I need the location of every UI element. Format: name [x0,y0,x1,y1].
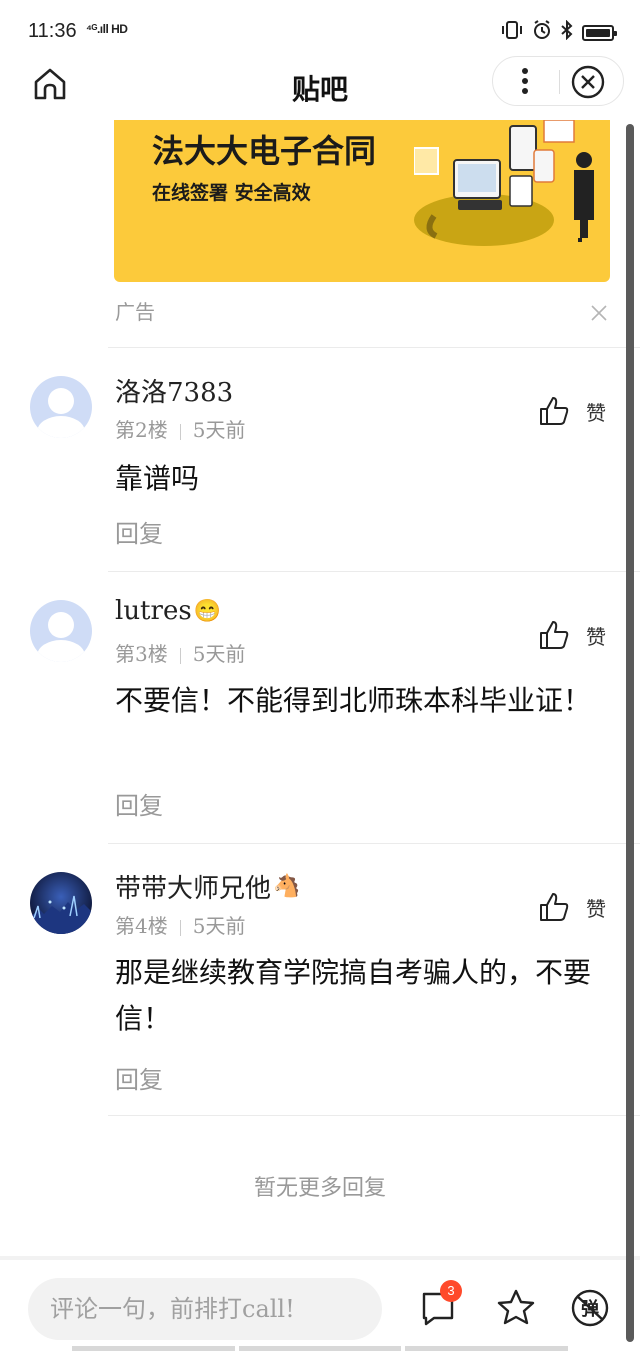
avatar[interactable] [30,872,92,934]
post-author[interactable]: 带带大师兄他 🐴 [115,868,300,905]
ad-banner[interactable]: 法大大电子合同 在线签署 安全高效 [114,120,610,282]
like-label: 赞 [586,624,606,649]
post-author[interactable]: 洛洛7383 [115,372,233,409]
close-button[interactable] [571,65,605,99]
like-label: 赞 [586,896,606,921]
capsule-divider [559,70,560,94]
network-indicator: ⁴ᴳ.ıll HD [86,22,128,36]
meta-separator [179,919,181,936]
post-content: 靠谱吗 [115,462,200,495]
comment-input[interactable]: 评论一句，前排打call! [28,1278,382,1340]
status-time: 11:36 [28,20,77,42]
thumbs-up-icon [540,397,569,425]
reply-link[interactable]: 回复 [115,1060,163,1095]
reply-post: 洛洛7383 第2楼 5天前 赞 靠谱吗 回复 [0,348,640,572]
ad-close-button[interactable] [588,302,610,324]
like-button[interactable]: 赞 [538,890,614,924]
thumbs-up-icon [540,621,569,649]
meta-separator [179,423,181,440]
comment-count-badge: 3 [440,1280,462,1302]
meta-separator [179,647,181,664]
post-meta: 第2楼 5天前 [115,414,245,443]
close-circle-icon [571,65,605,99]
post-time: 5天前 [192,642,246,666]
post-meta: 第3楼 5天前 [115,638,245,667]
author-name: 带带大师兄他 [115,874,272,904]
post-content: 那是继续教育学院搞自考骗人的，不要信！ [115,956,592,1035]
avatar[interactable] [30,600,92,662]
floor-number: 第4楼 [115,914,168,938]
like-label: 赞 [586,400,606,425]
author-name: lutres [115,596,192,626]
bluetooth-icon [560,19,574,45]
grinning-emoji-icon: 😁 [193,598,222,624]
nav-bar: 贴吧 [0,56,640,112]
author-name: 洛洛7383 [115,378,234,408]
reply-post: lutres 😁 第3楼 5天前 赞 不要信！不能得到北师珠本科毕业证！ 回复 [0,572,640,842]
scrollbar[interactable] [626,124,634,1342]
ad-illustration [414,120,594,246]
like-button[interactable]: 赞 [538,618,614,652]
bottom-bar: 评论一句，前排打call! 3 弹 [0,1256,640,1351]
favorite-button[interactable] [496,1288,536,1328]
avatar[interactable] [30,376,92,438]
post-content: 不要信！不能得到北师珠本科毕业证！ [115,684,592,717]
post-time: 5天前 [192,418,246,442]
alarm-icon [532,20,552,45]
gesture-bar [72,1346,569,1351]
reply-link[interactable]: 回复 [115,786,163,821]
mini-program-capsule [492,56,624,106]
post-meta: 第4楼 5天前 [115,910,245,939]
status-icons [500,19,617,45]
star-icon [497,1289,535,1325]
post-author[interactable]: lutres 😁 [115,596,221,626]
reply-post: 带带大师兄他 🐴 第4楼 5天前 赞 那是继续教育学院搞自考骗人的，不要信！ 回复 [0,844,640,1114]
battery-icon [582,24,617,41]
danmaku-toggle-button[interactable]: 弹 [570,1288,610,1328]
ad-subtitle: 在线签署 安全高效 [152,182,311,204]
more-dots-icon [522,68,528,94]
post-time: 5天前 [192,914,246,938]
ad-title: 法大大电子合同 [152,132,377,170]
no-more-replies: 暂无更多回复 [253,1176,386,1201]
divider [108,1115,640,1116]
floor-number: 第3楼 [115,642,168,666]
close-icon [591,305,607,321]
horse-emoji-icon: 🐴 [273,874,301,899]
like-button[interactable]: 赞 [538,394,614,428]
ad-label: 广告 [115,300,155,324]
reply-link[interactable]: 回复 [115,514,163,549]
status-bar: 11:36 ⁴ᴳ.ıll HD [0,0,640,60]
danmaku-off-icon: 弹 [571,1289,609,1327]
default-avatar-icon [30,600,92,662]
thumbs-up-icon [540,893,569,921]
more-button[interactable] [505,63,545,99]
default-avatar-icon [30,376,92,438]
vibrate-icon [500,20,524,45]
night-scene-avatar-icon [30,872,92,934]
floor-number: 第2楼 [115,418,168,442]
